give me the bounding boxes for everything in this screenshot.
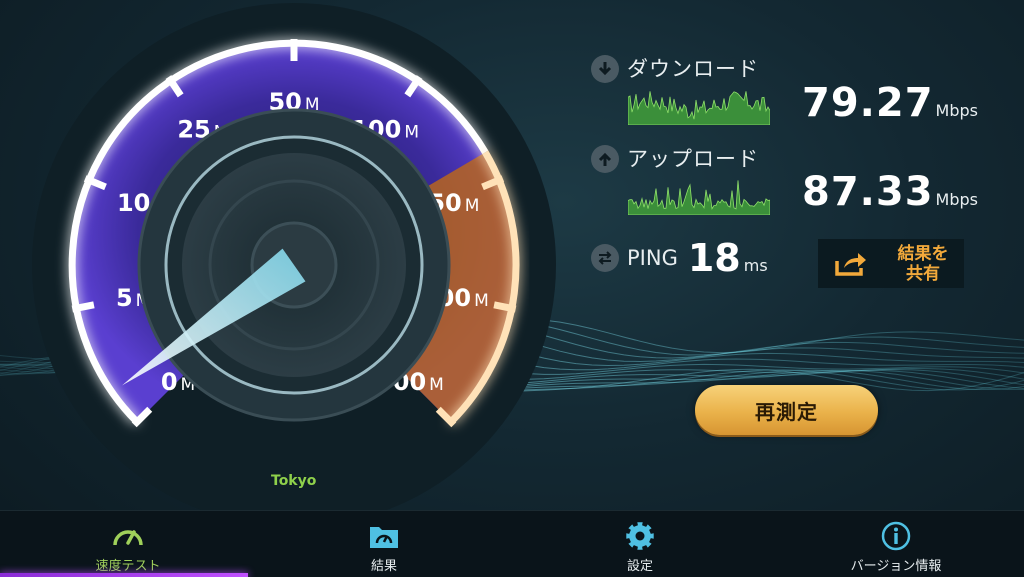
tab-speed-test-label: 速度テスト [95, 559, 161, 574]
tab-results[interactable]: 結果 [256, 511, 512, 577]
download-sparkline [628, 91, 770, 125]
tab-speed-test[interactable]: 速度テスト [0, 511, 256, 577]
upload-arrow-icon [591, 145, 619, 173]
upload-unit: Mbps [935, 190, 978, 209]
gear-icon [624, 521, 656, 551]
gauge-tick [493, 301, 517, 313]
sparkline-area [628, 180, 770, 215]
download-value: 79.27 [802, 80, 934, 126]
bottom-tab-bar: 速度テスト 結果 設定 バージョン情報 [0, 510, 1024, 577]
share-icon [835, 252, 866, 276]
upload-header: アップロード [591, 145, 759, 173]
ping-unit: ms [743, 255, 768, 275]
speedtest-screen: 0M5M10M25M50M100M150M300M500M ダウンロード 79.… [0, 0, 1024, 577]
tab-about-label: バージョン情報 [850, 559, 942, 574]
download-label: ダウンロード [627, 57, 759, 81]
ping-label: PING [627, 246, 678, 270]
server-location: Tokyo [271, 473, 317, 489]
upload-sparkline [628, 180, 770, 215]
download-arrow-icon [591, 55, 619, 83]
gauge-tick [71, 301, 95, 313]
download-result: 79.27 Mbps [802, 80, 978, 126]
download-unit: Mbps [935, 101, 978, 120]
ping-value: 18 [687, 236, 741, 280]
upload-value: 87.33 [802, 169, 934, 215]
ping-row: PING 18 ms [591, 236, 768, 280]
sparkline-area [628, 91, 770, 125]
retest-button[interactable]: 再測定 [695, 385, 878, 435]
ping-exchange-icon [591, 244, 619, 272]
speedometer-icon [111, 521, 145, 551]
speed-gauge: 0M5M10M25M50M100M150M300M500M [32, 3, 556, 520]
folder-gauge-icon [367, 521, 401, 551]
upload-label: アップロード [627, 147, 759, 171]
tab-results-label: 結果 [370, 559, 397, 574]
upload-result: 87.33 Mbps [802, 169, 978, 215]
share-results-label: 結果を 共有 [897, 243, 949, 284]
share-results-button[interactable]: 結果を 共有 [818, 239, 964, 288]
tab-settings[interactable]: 設定 [512, 511, 768, 577]
tab-settings-label: 設定 [626, 559, 653, 574]
tab-about[interactable]: バージョン情報 [768, 511, 1024, 577]
active-tab-indicator [0, 573, 248, 577]
download-header: ダウンロード [591, 55, 759, 83]
info-icon [880, 521, 912, 551]
